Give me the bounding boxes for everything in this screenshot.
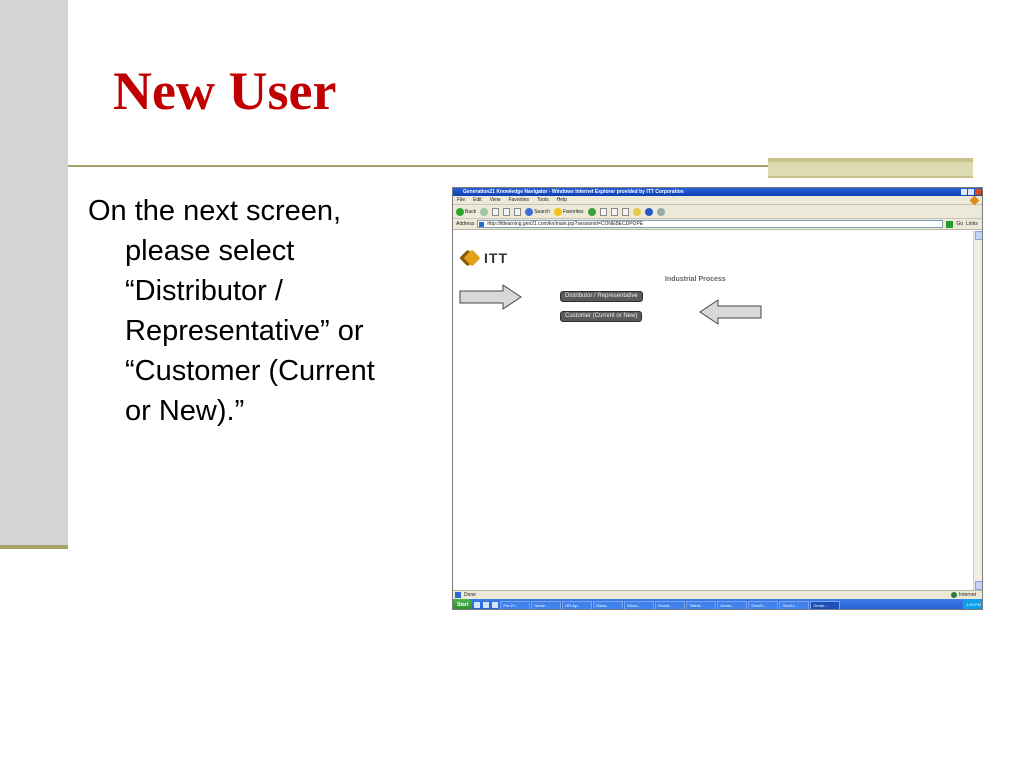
home-icon[interactable] bbox=[514, 207, 522, 216]
taskbar-item[interactable]: Knowl... bbox=[655, 600, 686, 609]
menu-edit[interactable]: Edit bbox=[473, 196, 482, 204]
windows-taskbar: Start Pre-Pr... Home ... HR Ap... Micro.… bbox=[453, 599, 982, 609]
refresh-icon[interactable] bbox=[503, 207, 511, 216]
browser-toolbar: Back Search Favorites bbox=[453, 205, 982, 219]
back-label: Back bbox=[465, 208, 477, 215]
body-line: please select bbox=[125, 235, 295, 267]
address-input[interactable]: http://ittlearning.gen21.com/kn/main.jsp… bbox=[477, 220, 944, 228]
mail-icon[interactable] bbox=[599, 207, 607, 216]
menu-favorites[interactable]: Favorites bbox=[508, 196, 529, 204]
slide-body-text: On the next screen, please select “Distr… bbox=[88, 191, 428, 431]
messenger-icon[interactable] bbox=[656, 207, 665, 216]
start-button[interactable]: Start bbox=[453, 599, 473, 609]
browser-titlebar: Generation21 Knowledge Navigator - Windo… bbox=[453, 188, 982, 196]
customer-current-or-new-button[interactable]: Customer (Current or New) bbox=[560, 311, 643, 322]
taskbar-item[interactable]: Micro... bbox=[624, 600, 655, 609]
quick-launch-icon[interactable] bbox=[492, 602, 499, 608]
system-tray-clock: 1:34 PM bbox=[963, 599, 982, 609]
status-text: Done bbox=[464, 592, 476, 598]
section-label: Industrial Process bbox=[665, 276, 726, 283]
quick-launch-icon[interactable] bbox=[474, 602, 481, 608]
window-title: Generation21 Knowledge Navigator - Windo… bbox=[463, 189, 684, 195]
taskbar-item[interactable]: Gen21... bbox=[748, 600, 779, 609]
menu-file[interactable]: File bbox=[457, 196, 465, 204]
taskbar-item[interactable]: Gen21... bbox=[779, 600, 810, 609]
search-icon bbox=[525, 207, 534, 216]
taskbar-item[interactable]: Talent... bbox=[686, 600, 717, 609]
itt-logo-mark-icon bbox=[463, 249, 481, 267]
close-icon[interactable] bbox=[975, 189, 981, 195]
taskbar-item[interactable]: Micro... bbox=[593, 600, 624, 609]
maximize-icon[interactable] bbox=[968, 189, 974, 195]
menu-view[interactable]: View bbox=[490, 196, 501, 204]
title-divider-accent bbox=[768, 158, 973, 178]
favorites-button[interactable]: Favorites bbox=[553, 207, 584, 216]
edit-icon[interactable] bbox=[621, 207, 629, 216]
folder-icon[interactable] bbox=[632, 207, 641, 216]
body-line: On the next screen, bbox=[88, 195, 342, 227]
bluetooth-icon[interactable] bbox=[644, 207, 653, 216]
windows-logo-icon bbox=[969, 195, 980, 206]
left-pointing-arrow-icon bbox=[699, 299, 762, 325]
address-label: Address bbox=[456, 221, 475, 227]
vertical-scrollbar[interactable] bbox=[973, 231, 982, 590]
browser-screenshot: Generation21 Knowledge Navigator - Windo… bbox=[452, 187, 983, 610]
slide-title: New User bbox=[113, 61, 337, 121]
go-icon[interactable] bbox=[946, 220, 954, 228]
right-pointing-arrow-icon bbox=[459, 284, 522, 310]
slide-left-sidebar-rule bbox=[0, 545, 68, 549]
taskbar-item[interactable]: Pre-Pr... bbox=[500, 600, 531, 609]
quick-launch-icon[interactable] bbox=[483, 602, 490, 608]
taskbar-item-active[interactable]: Gener... bbox=[810, 600, 841, 609]
menu-help[interactable]: Help bbox=[557, 196, 567, 204]
links-label[interactable]: Links bbox=[966, 221, 978, 227]
search-button[interactable]: Search bbox=[525, 207, 550, 216]
body-line: “Customer (Current bbox=[125, 355, 375, 387]
star-icon bbox=[553, 207, 562, 216]
page-icon bbox=[455, 592, 461, 598]
back-arrow-icon bbox=[456, 207, 464, 216]
distributor-representative-button[interactable]: Distributor / Representative bbox=[560, 291, 643, 302]
history-icon[interactable] bbox=[587, 207, 596, 216]
minimize-icon[interactable] bbox=[961, 189, 967, 195]
print-icon[interactable] bbox=[610, 207, 618, 216]
taskbar-item[interactable]: HR Ap... bbox=[562, 600, 593, 609]
zone-label: Internet bbox=[959, 592, 976, 598]
window-controls bbox=[961, 189, 981, 195]
taskbar-item[interactable]: Acces... bbox=[717, 600, 748, 609]
status-bar: Done Internet bbox=[453, 590, 982, 599]
security-zone: Internet bbox=[951, 592, 976, 598]
search-label: Search bbox=[534, 208, 550, 215]
globe-icon bbox=[951, 592, 958, 598]
menu-tools[interactable]: Tools bbox=[537, 196, 549, 204]
forward-arrow-icon[interactable] bbox=[480, 207, 489, 216]
page-content: ITT Industrial Process Distributor / Rep… bbox=[453, 231, 974, 590]
favorites-label: Favorites bbox=[562, 208, 584, 215]
body-line: or New).” bbox=[125, 395, 245, 427]
body-line: Representative” or bbox=[125, 315, 364, 347]
go-label[interactable]: Go bbox=[956, 221, 963, 227]
browser-menubar: File Edit View Favorites Tools Help bbox=[453, 195, 982, 206]
taskbar-item[interactable]: Home ... bbox=[531, 600, 562, 609]
itt-logo-text: ITT bbox=[484, 250, 508, 266]
address-bar: Address http://ittlearning.gen21.com/kn/… bbox=[453, 219, 982, 230]
stop-icon[interactable] bbox=[492, 207, 500, 216]
slide-left-sidebar bbox=[0, 0, 68, 548]
itt-logo: ITT bbox=[463, 249, 508, 267]
title-divider-line bbox=[68, 165, 768, 167]
body-line: “Distributor / bbox=[125, 275, 283, 307]
back-button[interactable]: Back bbox=[456, 207, 477, 216]
